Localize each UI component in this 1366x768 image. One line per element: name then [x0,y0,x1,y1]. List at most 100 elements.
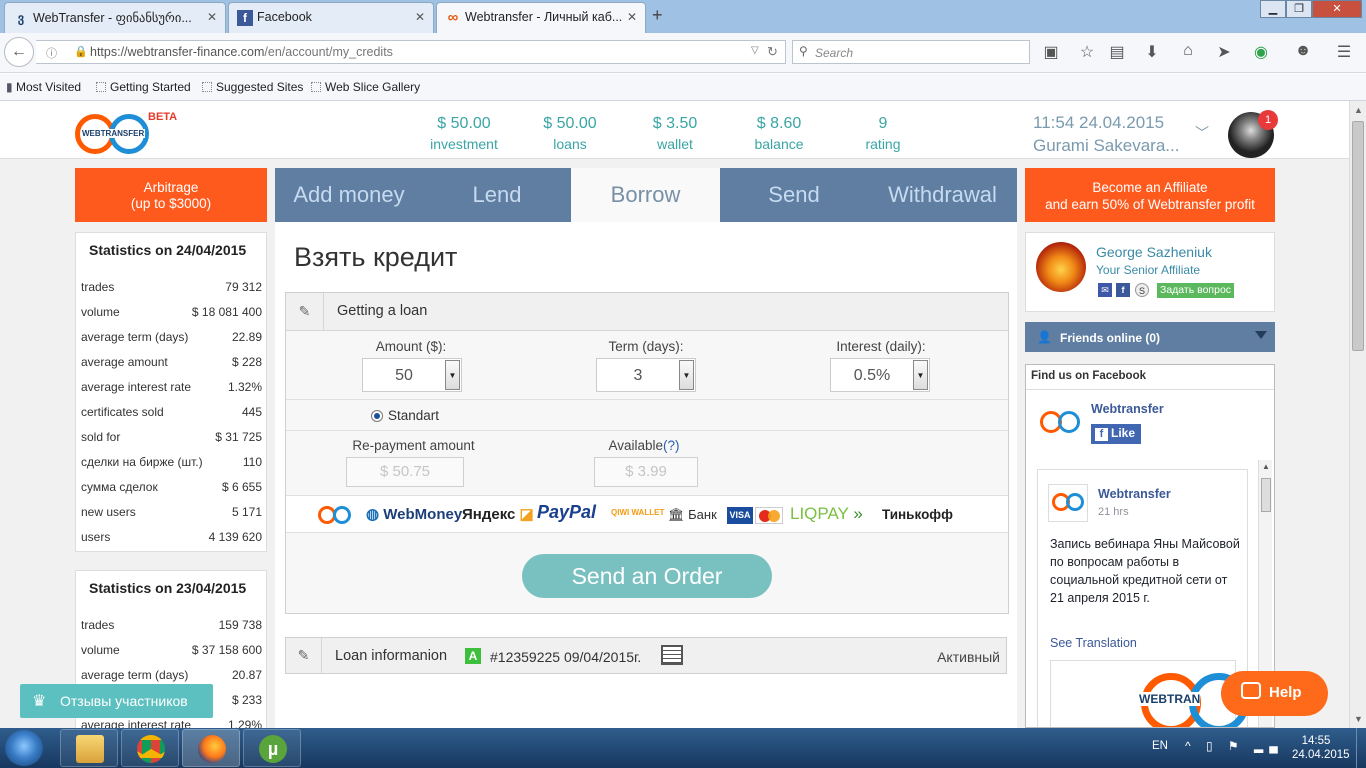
see-translation-link[interactable]: See Translation [1050,636,1137,650]
friends-online-label: Friends online (0) [1060,331,1161,345]
loan-info-panel[interactable]: ✎ Loan informanion A #12359225 09/04/201… [285,637,1007,674]
window-close-button[interactable]: ✕ [1312,0,1362,18]
close-icon[interactable]: ✕ [627,10,637,24]
taskbar-explorer[interactable] [60,729,118,767]
become-affiliate-button[interactable]: Become an Affiliate and earn 50% of Webt… [1025,168,1275,222]
bookmark-suggested-sites[interactable]: Suggested Sites [202,80,303,94]
chat-icon[interactable]: ☻ [1293,42,1313,60]
stat-label: average interest rate [81,718,192,728]
download-icon[interactable]: ⬇ [1142,42,1162,62]
available-label: Available [608,438,664,453]
repayment-label: Re-payment amount [352,438,475,453]
windows-start-button[interactable] [5,730,43,766]
tab-withdrawal[interactable]: Withdrawal [868,168,1017,222]
interest-select[interactable]: 0.5% ▼ [830,358,930,392]
system-tray-icons[interactable]: ^ ▯ ⚑ ▂▄ [1185,739,1284,753]
browser-tab-webtransfer-ge[interactable]: ვ WebTransfer - ფინანსური... ✕ [4,2,226,33]
standart-radio-label[interactable]: Standart [388,408,439,423]
header-stat-investment[interactable]: $ 50.00 investment [418,115,510,152]
folder-icon [76,735,104,763]
facebook-like-button[interactable]: f Like [1091,424,1141,444]
taskbar-utorrent[interactable]: µ [243,729,301,767]
affiliate-avatar[interactable] [1036,242,1086,292]
chevron-down-icon[interactable]: ﹀ [1195,123,1209,143]
page-title: Взять кредит [294,242,458,272]
maximize-button[interactable]: ❐ [1286,0,1312,18]
help-button[interactable]: Help [1221,671,1328,716]
header-stat-rating[interactable]: 9 rating [848,115,918,152]
close-icon[interactable]: ✕ [207,10,217,24]
browser-tab-facebook[interactable]: f Facebook ✕ [228,2,434,33]
webtransfer-icon[interactable] [1040,407,1084,437]
tab-send[interactable]: Send [720,168,868,222]
browser-tab-webtransfer-ru[interactable]: ∞ Webtransfer - Личный каб... ✕ [436,2,646,33]
stat-label: users [81,530,111,544]
search-input[interactable]: ⚲ Search [792,40,1030,64]
addon-icon[interactable]: ◉ [1251,42,1271,62]
dropdown-arrow-icon[interactable]: ▼ [679,360,694,390]
scroll-up-icon[interactable]: ▲ [1262,462,1270,471]
document-icon[interactable] [661,645,683,665]
send-order-button[interactable]: Send an Order [522,554,772,598]
url-bar[interactable]: ⓘ 🔒 https://webtransfer-finance.com/en/a… [36,40,786,64]
info-icon[interactable]: ⓘ [46,45,57,61]
scroll-down-icon[interactable]: ▼ [1354,714,1363,724]
menu-icon[interactable]: ☰ [1334,42,1354,62]
bookmark-web-slice-gallery[interactable]: Web Slice Gallery [311,80,420,94]
stat-value: 445 [241,405,262,419]
amount-select[interactable]: 50 ▼ [362,358,462,392]
facebook-icon[interactable]: f [1116,283,1130,297]
bookmarks-list-icon[interactable]: ▤ [1107,42,1127,62]
site-header: WEBTRANSFER BETA $ 50.00 investment $ 50… [0,101,1349,159]
tab-add-money[interactable]: Add money [275,168,423,222]
header-stat-loans[interactable]: $ 50.00 loans [525,115,615,152]
facebook-page-name[interactable]: Webtransfer [1091,402,1164,416]
tab-lend[interactable]: Lend [423,168,571,222]
facebook-post-author[interactable]: Webtransfer [1098,487,1171,501]
home-icon[interactable]: ⌂ [1178,42,1198,60]
language-indicator[interactable]: EN [1152,740,1168,752]
notification-badge[interactable]: 1 [1258,110,1278,130]
term-select[interactable]: 3 ▼ [596,358,696,392]
standart-radio[interactable] [371,410,383,422]
clock-time: 14:55 [1301,735,1331,747]
bookmark-most-visited[interactable]: ▮ Most Visited [6,80,81,94]
send-icon[interactable]: ➤ [1214,42,1234,62]
webtransfer-icon[interactable] [1048,484,1088,522]
reviews-button[interactable]: ♛ Отзывы участников [20,684,213,718]
bookmark-star-icon[interactable]: ☆ [1077,42,1097,62]
chevron-down-icon[interactable] [1255,331,1267,339]
facebook-post-image[interactable]: WEBTRAN [1050,660,1247,727]
ask-question-button[interactable]: Задать вопрос [1157,283,1235,298]
available-help-link[interactable]: (?) [663,438,680,453]
bookmark-getting-started[interactable]: Getting Started [96,80,191,94]
taskbar-clock[interactable]: 14:55 24.04.2015 [1292,734,1350,762]
affiliate-name[interactable]: George Sazheniuk [1096,244,1212,260]
reload-icon[interactable]: ↻ [767,44,778,60]
tab-borrow[interactable]: Borrow [571,168,720,222]
show-desktop-button[interactable] [1356,728,1366,768]
scrollbar-thumb[interactable] [1352,121,1364,351]
facebook-post-time[interactable]: 21 hrs [1098,506,1129,518]
header-stat-wallet[interactable]: $ 3.50 wallet [630,115,720,152]
dropdown-arrow-icon[interactable]: ▼ [913,360,928,390]
dropdown-arrow-icon[interactable]: ▼ [445,360,460,390]
extension-icon[interactable]: ▣ [1041,42,1061,62]
scroll-up-icon[interactable]: ▲ [1354,105,1363,115]
close-icon[interactable]: ✕ [415,10,425,24]
new-tab-button[interactable]: + [652,5,663,26]
header-username[interactable]: Gurami Sakevara... [1033,136,1179,156]
stat-label: average amount [81,355,168,369]
arbitrage-button[interactable]: Arbitrage (up to $3000) [75,168,267,222]
taskbar-firefox[interactable] [182,729,240,767]
friends-online-bar[interactable]: 👤 Friends online (0) [1025,322,1275,352]
page-scrollbar[interactable]: ▲ ▼ [1349,101,1366,728]
webtransfer-logo[interactable]: WEBTRANSFER [75,111,155,155]
skype-icon[interactable]: S [1135,283,1149,297]
taskbar-chrome[interactable] [121,729,179,767]
minimize-button[interactable]: ▁ [1260,0,1286,18]
dropdown-icon[interactable]: ▽ [751,45,759,56]
back-button[interactable]: ← [4,37,34,67]
header-stat-balance[interactable]: $ 8.60 balance [734,115,824,152]
mail-icon[interactable]: ✉ [1098,283,1112,297]
